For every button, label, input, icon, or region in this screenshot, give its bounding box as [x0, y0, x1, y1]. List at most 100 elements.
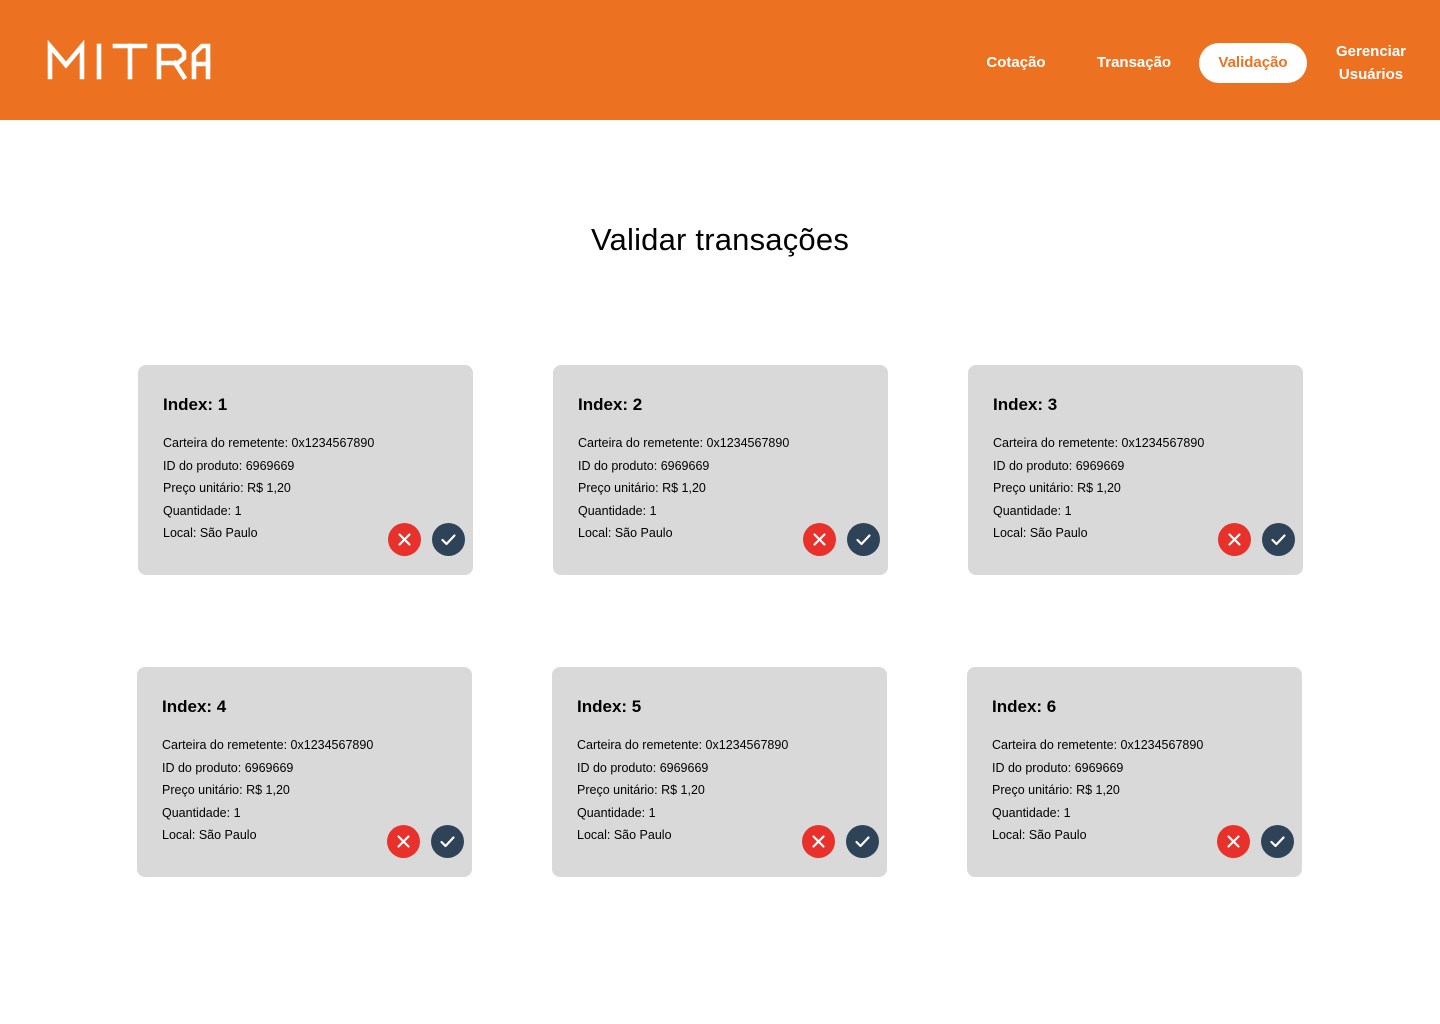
approve-button[interactable] [1262, 523, 1295, 556]
brand-logo[interactable] [46, 39, 212, 82]
quantity-value: 1 [1063, 805, 1071, 820]
quantity-label: Quantidade: [577, 805, 646, 820]
location-label: Local: [577, 828, 611, 843]
quantity-label: Quantidade: [162, 805, 231, 820]
reject-button[interactable] [1217, 825, 1250, 858]
unit-price-value: R$ 1,20 [246, 783, 290, 798]
check-icon [855, 836, 870, 848]
product-id-label: ID do produto: [993, 458, 1073, 473]
product-id-value: 6969669 [245, 458, 295, 473]
unit-price-value: R$ 1,20 [247, 481, 291, 496]
quantity-value: 1 [649, 503, 657, 518]
location-row: Local: São Paulo [993, 522, 1204, 545]
reject-button[interactable] [803, 523, 836, 556]
quantity-value: 1 [233, 805, 241, 820]
product-id-value: 6969669 [1074, 760, 1124, 775]
unit-price-value: R$ 1,20 [1076, 783, 1120, 798]
sender-wallet-row: Carteira do remetente: 0x1234567890 [578, 432, 789, 455]
nav-validacao[interactable]: Validação [1199, 43, 1307, 83]
sender-wallet-label: Carteira do remetente: [162, 738, 288, 752]
location-row: Local: São Paulo [163, 522, 374, 545]
mitra-logo-icon [47, 39, 211, 81]
transaction-index: Index: 1 [163, 395, 228, 414]
sender-wallet-row: Carteira do remetente: 0x1234567890 [577, 734, 788, 757]
sender-wallet-value: 0x1234567890 [291, 436, 375, 450]
approve-button[interactable] [431, 825, 464, 858]
top-nav-bar: Cotação Transação Validação Gerenciar Us… [0, 0, 1440, 120]
location-row: Local: São Paulo [577, 824, 788, 847]
sender-wallet-value: 0x1234567890 [290, 738, 374, 752]
transaction-card: Index: 4 Carteira do remetente: 0x12345678… [137, 667, 472, 877]
reject-button[interactable] [802, 825, 835, 858]
unit-price-label: Preço unitário: [993, 481, 1074, 496]
transaction-index: Index: 2 [578, 395, 643, 414]
close-icon [1228, 533, 1241, 546]
sender-wallet-value: 0x1234567890 [1121, 436, 1205, 450]
check-icon [440, 836, 455, 848]
approve-button[interactable] [847, 523, 880, 556]
product-id-row: ID do produto: 6969669 [578, 455, 789, 478]
product-id-label: ID do produto: [578, 458, 658, 473]
sender-wallet-label: Carteira do remetente: [578, 436, 704, 450]
sender-wallet-label: Carteira do remetente: [163, 436, 289, 450]
product-id-label: ID do produto: [992, 760, 1072, 775]
product-id-value: 6969669 [1075, 458, 1125, 473]
location-value: São Paulo [1028, 828, 1087, 843]
sender-wallet-row: Carteira do remetente: 0x1234567890 [992, 734, 1203, 757]
product-id-row: ID do produto: 6969669 [993, 455, 1204, 478]
approve-button[interactable] [846, 825, 879, 858]
unit-price-row: Preço unitário: R$ 1,20 [162, 779, 373, 802]
product-id-value: 6969669 [659, 760, 709, 775]
quantity-value: 1 [648, 805, 656, 820]
quantity-row: Quantidade: 1 [577, 802, 788, 825]
reject-button[interactable] [387, 825, 420, 858]
location-value: São Paulo [199, 526, 258, 541]
location-value: São Paulo [1029, 526, 1088, 541]
reject-button[interactable] [388, 523, 421, 556]
close-icon [812, 835, 825, 848]
transaction-details: Carteira do remetente: 0x1234567890 ID do … [578, 432, 789, 545]
quantity-row: Quantidade: 1 [578, 500, 789, 523]
sender-wallet-row: Carteira do remetente: 0x1234567890 [162, 734, 373, 757]
nav-transacao[interactable]: Transação [1088, 51, 1180, 74]
close-icon [397, 835, 410, 848]
unit-price-label: Preço unitário: [578, 481, 659, 496]
transaction-details: Carteira do remetente: 0x1234567890 ID do … [577, 734, 788, 847]
product-id-label: ID do produto: [163, 458, 243, 473]
location-label: Local: [992, 828, 1026, 843]
product-id-row: ID do produto: 6969669 [577, 757, 788, 780]
quantity-row: Quantidade: 1 [162, 802, 373, 825]
nav-cotacao[interactable]: Cotação [979, 51, 1053, 74]
product-id-value: 6969669 [244, 760, 294, 775]
unit-price-value: R$ 1,20 [662, 481, 706, 496]
unit-price-value: R$ 1,20 [661, 783, 705, 798]
sender-wallet-row: Carteira do remetente: 0x1234567890 [163, 432, 374, 455]
unit-price-row: Preço unitário: R$ 1,20 [163, 477, 374, 500]
location-label: Local: [162, 828, 196, 843]
reject-button[interactable] [1218, 523, 1251, 556]
quantity-row: Quantidade: 1 [163, 500, 374, 523]
check-icon [441, 534, 456, 546]
quantity-label: Quantidade: [578, 503, 647, 518]
transaction-index: Index: 4 [162, 697, 227, 716]
sender-wallet-label: Carteira do remetente: [993, 436, 1119, 450]
approve-button[interactable] [432, 523, 465, 556]
transaction-index: Index: 3 [993, 395, 1058, 414]
unit-price-row: Preço unitário: R$ 1,20 [578, 477, 789, 500]
approve-button[interactable] [1261, 825, 1294, 858]
unit-price-value: R$ 1,20 [1077, 481, 1121, 496]
location-row: Local: São Paulo [578, 522, 789, 545]
sender-wallet-row: Carteira do remetente: 0x1234567890 [993, 432, 1204, 455]
nav-gerenciar-usuarios[interactable]: Gerenciar Usuários [1327, 40, 1415, 86]
sender-wallet-value: 0x1234567890 [705, 738, 789, 752]
quantity-value: 1 [234, 503, 242, 518]
location-label: Local: [578, 526, 612, 541]
transaction-card: Index: 1 Carteira do remetente: 0x12345678… [138, 365, 473, 575]
close-icon [1227, 835, 1240, 848]
location-row: Local: São Paulo [162, 824, 373, 847]
close-icon [398, 533, 411, 546]
transaction-card: Index: 6 Carteira do remetente: 0x12345678… [967, 667, 1302, 877]
nav-gerenciar-line1: Gerenciar [1335, 43, 1407, 60]
product-id-label: ID do produto: [577, 760, 657, 775]
location-value: São Paulo [614, 526, 673, 541]
